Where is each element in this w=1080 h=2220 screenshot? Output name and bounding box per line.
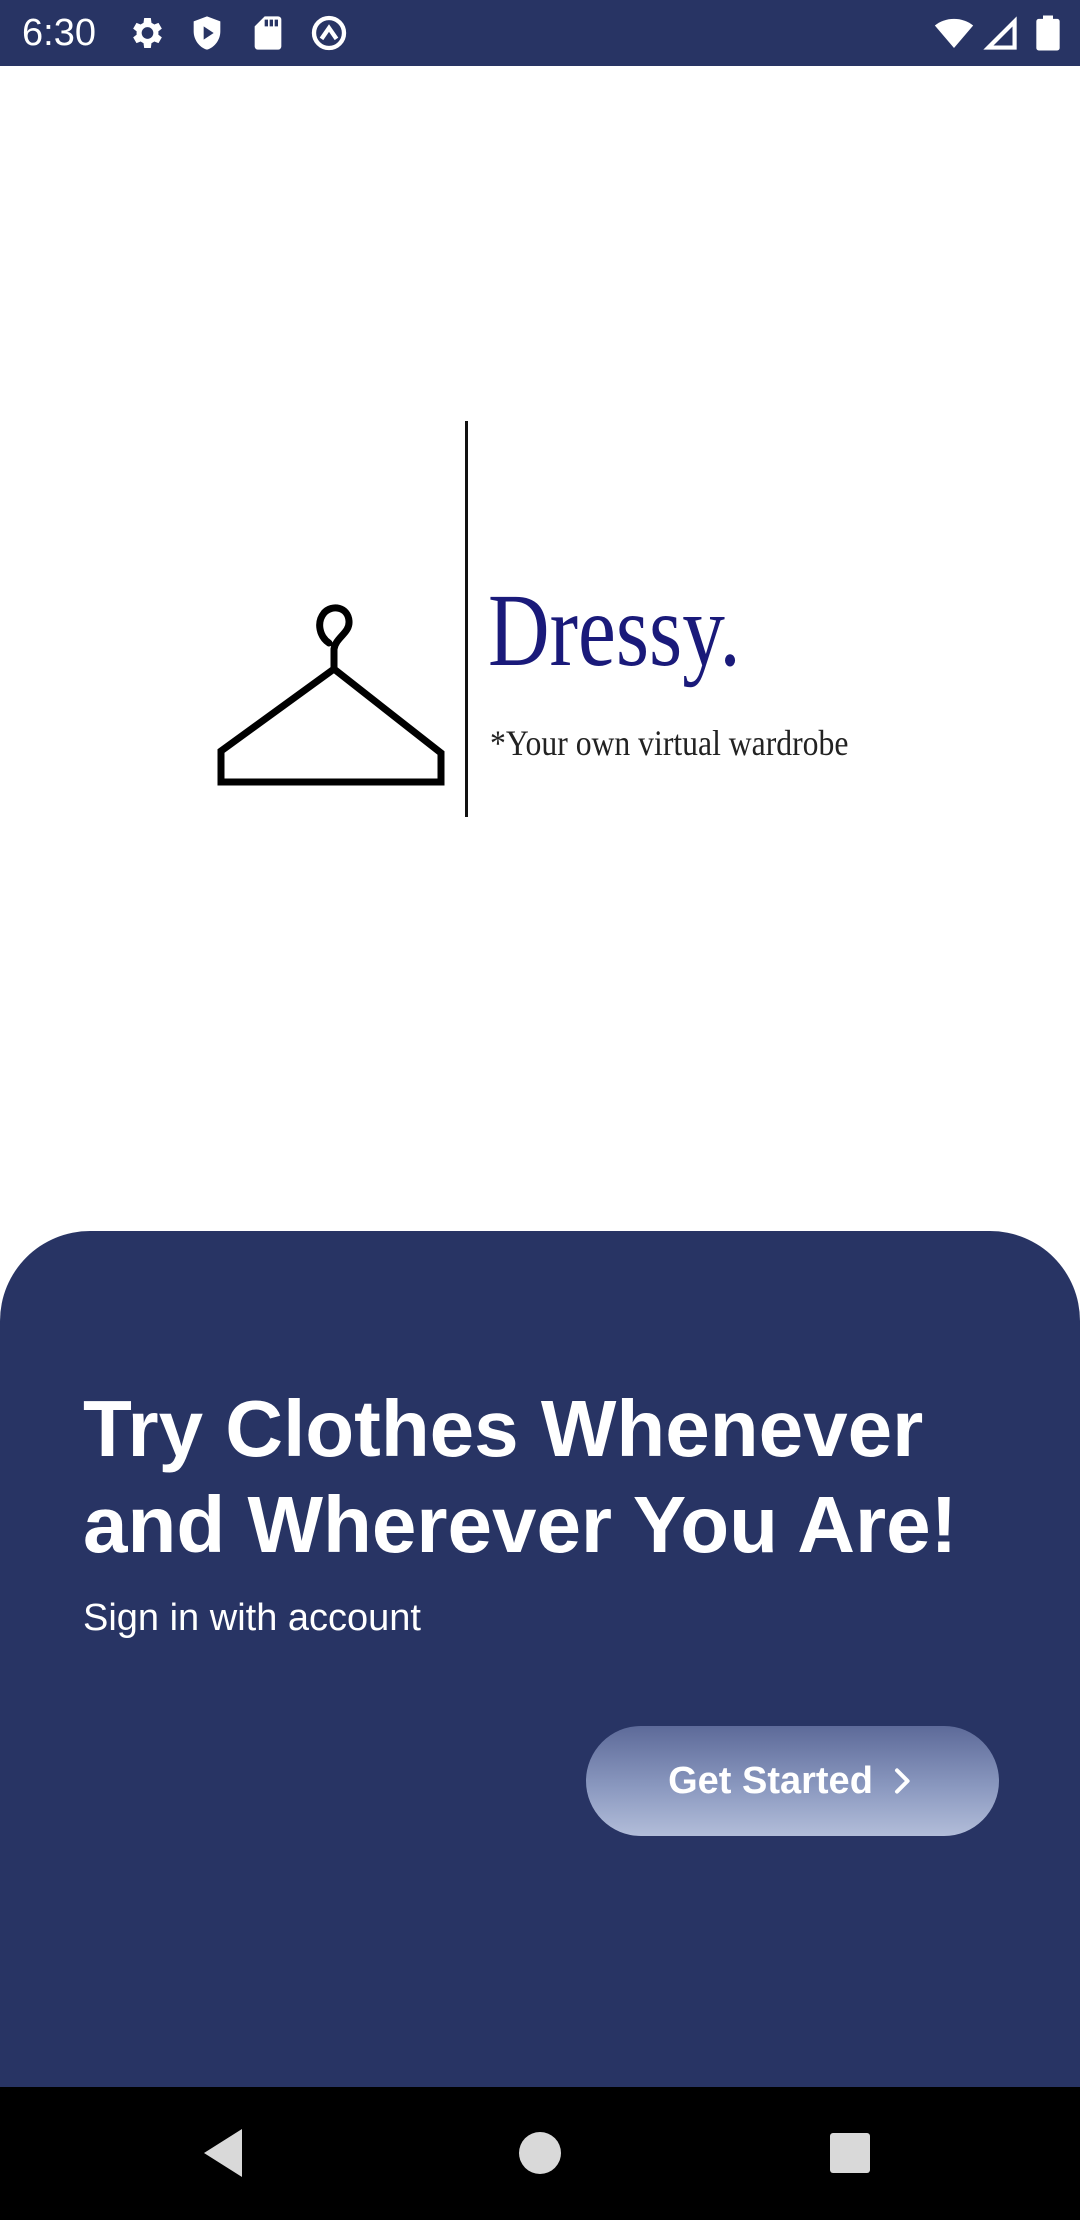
status-time: 6:30 [22,12,96,54]
brand-name: Dressy. [488,573,741,688]
logo-area: Dressy. *Your own virtual wardrobe [0,66,1080,1231]
recents-icon[interactable] [820,2123,880,2183]
headline: Try Clothes Whenever and Wherever You Ar… [83,1384,958,1569]
signal-icon [980,13,1020,53]
brand-tagline: *Your own virtual wardrobe [490,723,849,763]
sd-card-icon [248,13,288,53]
shield-play-icon [187,13,227,53]
at-sign-icon [309,13,349,53]
hanger-icon [216,571,448,831]
navigation-bar [0,2087,1080,2220]
wifi-icon [934,13,974,53]
back-icon[interactable] [196,2123,256,2183]
get-started-button[interactable]: Get Started [586,1726,999,1836]
home-icon[interactable] [510,2123,570,2183]
welcome-panel: Try Clothes Whenever and Wherever You Ar… [0,1231,1080,2087]
get-started-label: Get Started [668,1759,873,1802]
gear-icon [126,13,166,53]
battery-icon [1028,13,1068,53]
status-bar: 6:30 [0,0,1080,66]
welcome-screen: 6:30 Dressy. *Your own virtual wardrobe … [0,0,1080,2220]
sign-in-subtitle: Sign in with account [83,1597,421,1639]
chevron-right-icon [887,1766,917,1796]
logo-divider [465,421,468,817]
